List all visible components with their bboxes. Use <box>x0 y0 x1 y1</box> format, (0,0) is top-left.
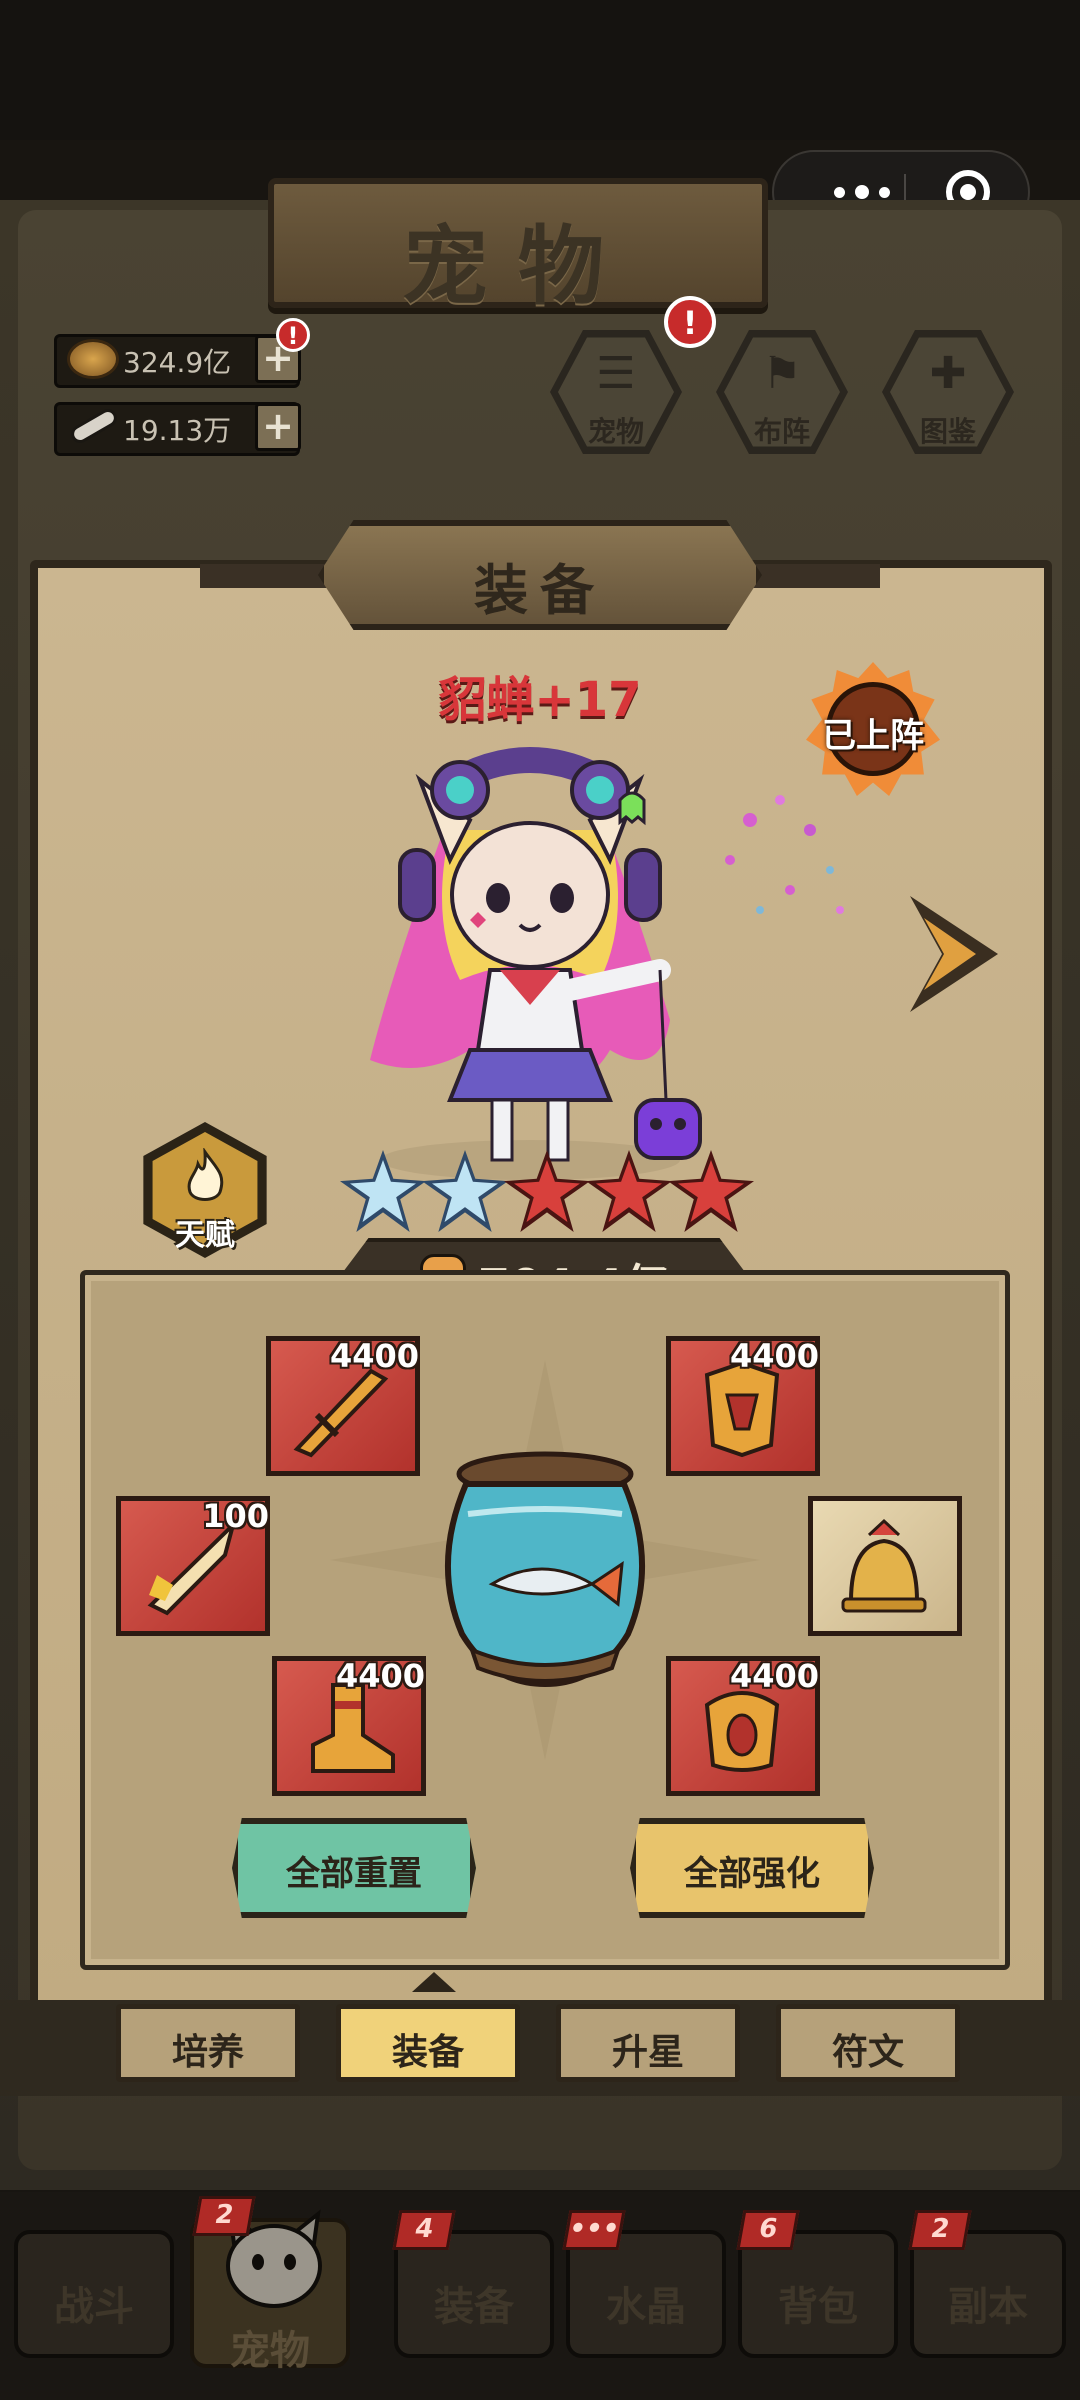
tab-label: 升星 <box>611 2032 684 2073</box>
share-arrow-icon[interactable] <box>902 884 1012 1024</box>
upgrade-all-button[interactable]: 全部强化 <box>630 1818 874 1918</box>
nav-label: 装备 <box>434 2284 514 2330</box>
nav-badge: ••• <box>562 2210 626 2250</box>
top-button-label: 宠物 <box>587 415 644 448</box>
top-button-pets[interactable]: ☰ 宠物 <box>550 326 682 458</box>
star-icon <box>586 1150 672 1232</box>
equip-slot-accessory[interactable]: 100 <box>116 1496 270 1636</box>
reset-all-button[interactable]: 全部重置 <box>232 1818 476 1918</box>
nav-label: 水晶 <box>606 2284 686 2330</box>
nav-badge: 2 <box>908 2210 972 2250</box>
tab-equipment[interactable]: 装备 <box>336 2004 520 2082</box>
star-icon <box>504 1150 590 1232</box>
active-tab-indicator-icon <box>412 1972 456 1992</box>
nav-badge: 4 <box>392 2210 456 2250</box>
sparkle-effect <box>725 795 844 914</box>
top-button-label: 布阵 <box>753 415 810 448</box>
nav-pets[interactable]: 宠物 <box>190 2209 350 2374</box>
equip-slot-bell[interactable] <box>808 1496 962 1636</box>
bones-value: 19.13万 <box>123 414 232 447</box>
tab-label: 符文 <box>831 2032 904 2073</box>
top-button-label: 图鉴 <box>919 415 976 448</box>
list-icon: ☰ <box>596 348 636 399</box>
page-title-plank: 宠物 <box>268 178 768 317</box>
nav-badge: 6 <box>736 2210 800 2250</box>
nav-label: 战斗 <box>54 2284 134 2330</box>
talent-label: 天赋 <box>175 1218 235 1253</box>
star-icon <box>668 1150 754 1232</box>
coins-value: 324.9亿 <box>123 346 232 379</box>
currency-coins: 324.9亿 + <box>54 334 301 388</box>
equip-level: 100 <box>202 1497 269 1535</box>
nav-label: 宠物 <box>230 2328 310 2374</box>
formation-icon: ⚑ <box>762 348 802 399</box>
equip-slot-armor[interactable]: 4400 <box>666 1336 820 1476</box>
top-button-codex[interactable]: ✚ 图鉴 <box>882 326 1014 458</box>
puzzle-icon: ✚ <box>929 348 967 399</box>
coin-icon <box>67 339 119 379</box>
tab-star-up[interactable]: 升星 <box>556 2004 740 2082</box>
pet-name: 貂蝉+17 <box>438 672 642 728</box>
star-icon <box>422 1150 508 1232</box>
pet-character-image <box>370 747 702 1180</box>
coins-alert-icon: ! <box>276 318 310 352</box>
equip-level: 4400 <box>729 1657 819 1695</box>
fishbowl-icon[interactable] <box>432 1444 658 1694</box>
top-button-formation[interactable]: ⚑ 布阵 <box>716 326 848 458</box>
nav-label: 副本 <box>948 2284 1028 2330</box>
section-banner: 装备 <box>318 520 762 630</box>
tab-runes[interactable]: 符文 <box>776 2004 960 2082</box>
add-bones-button[interactable]: + <box>255 403 301 451</box>
talent-button[interactable]: 天赋 <box>138 1122 272 1258</box>
deployed-label: 已上阵 <box>822 716 924 756</box>
pets-alert-icon: ! <box>664 296 716 348</box>
reset-all-label: 全部重置 <box>286 1854 422 1894</box>
upgrade-all-label: 全部强化 <box>684 1854 820 1894</box>
status-area <box>0 0 1080 140</box>
equip-level: 4400 <box>329 1337 419 1375</box>
equip-slot-weapon[interactable]: 4400 <box>266 1336 420 1476</box>
equip-level: 4400 <box>335 1657 425 1695</box>
nav-label: 背包 <box>778 2284 858 2330</box>
equip-slot-boots[interactable]: 4400 <box>272 1656 426 1796</box>
star-icon <box>340 1150 426 1232</box>
nav-badge: 2 <box>192 2196 256 2236</box>
bell-icon <box>841 1518 927 1613</box>
equip-level: 4400 <box>729 1337 819 1375</box>
currency-bones: 19.13万 + <box>54 402 301 456</box>
flame-icon <box>187 1148 224 1201</box>
equip-slot-bracer[interactable]: 4400 <box>666 1656 820 1796</box>
tab-label: 培养 <box>171 2032 244 2073</box>
tab-label: 装备 <box>391 2032 464 2073</box>
bone-icon <box>67 405 121 447</box>
section-title: 装备 <box>474 559 606 622</box>
nav-battle[interactable]: 战斗 <box>14 2230 174 2358</box>
tab-cultivate[interactable]: 培养 <box>116 2004 300 2082</box>
